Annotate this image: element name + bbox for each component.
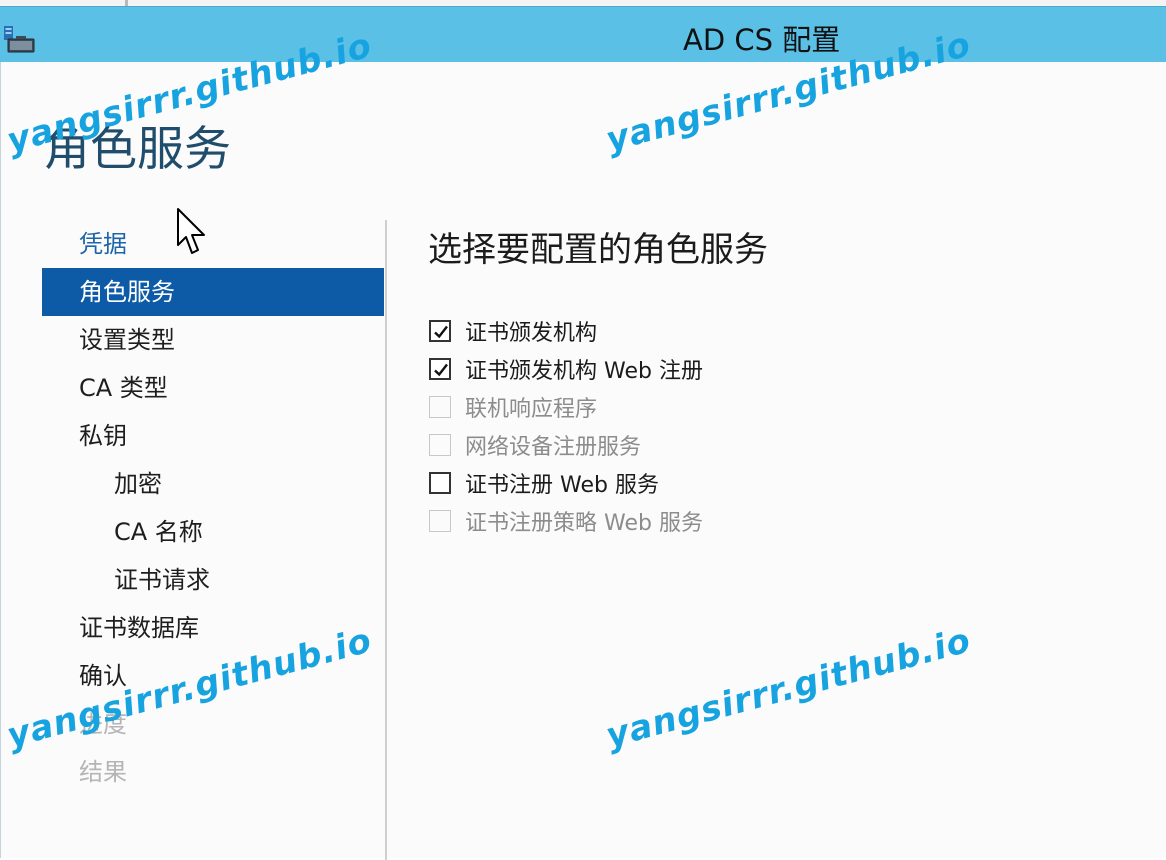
service-row-ca-web-enrollment[interactable]: 证书颁发机构 Web 注册 (429, 350, 703, 388)
nav-item-role-services[interactable]: 角色服务 (42, 268, 384, 316)
service-row-ca[interactable]: 证书颁发机构 (429, 312, 703, 350)
checkmark-icon (434, 363, 448, 377)
server-manager-icon (4, 26, 35, 53)
content-heading: 选择要配置的角色服务 (428, 230, 768, 270)
service-row-online-responder: 联机响应程序 (429, 388, 703, 426)
mouse-cursor-icon (177, 208, 205, 254)
service-label-enrollment-policy-web-service: 证书注册策略 Web 服务 (465, 511, 703, 536)
service-label-ca: 证书颁发机构 (465, 321, 598, 346)
service-label-ca-web-enrollment: 证书颁发机构 Web 注册 (465, 359, 703, 384)
nav-item-ca-type[interactable]: CA 类型 (42, 364, 384, 412)
service-label-ndes: 网络设备注册服务 (465, 435, 642, 460)
window-title: AD CS 配置 (683, 23, 841, 57)
wizard-client-area: 角色服务 凭据 角色服务 设置类型 CA 类型 私钥 加密 CA 名称 证书请求… (0, 62, 1166, 860)
checkbox-ndes (429, 434, 451, 456)
nav-item-setup-type[interactable]: 设置类型 (42, 316, 384, 364)
service-row-enrollment-web-service[interactable]: 证书注册 Web 服务 (429, 464, 703, 502)
title-bar[interactable]: AD CS 配置 (0, 6, 1166, 63)
role-services-list: 证书颁发机构 证书颁发机构 Web 注册 联机响应程序 网络设备注册服务 证书注… (429, 312, 703, 540)
checkbox-enrollment-policy-web-service (429, 510, 451, 532)
checkbox-online-responder (429, 396, 451, 418)
nav-divider (385, 220, 387, 860)
checkmark-icon (434, 325, 448, 339)
nav-item-certificate-request[interactable]: 证书请求 (42, 556, 384, 604)
checkbox-ca[interactable] (429, 320, 451, 342)
nav-item-credentials[interactable]: 凭据 (42, 220, 384, 268)
service-label-enrollment-web-service: 证书注册 Web 服务 (465, 473, 659, 498)
nav-item-results: 结果 (79, 758, 127, 786)
service-label-online-responder: 联机响应程序 (465, 397, 598, 422)
nav-item-private-key[interactable]: 私钥 (42, 412, 384, 460)
nav-item-cryptography[interactable]: 加密 (42, 460, 384, 508)
checkbox-ca-web-enrollment[interactable] (429, 358, 451, 380)
service-row-enrollment-policy-web-service: 证书注册策略 Web 服务 (429, 502, 703, 540)
nav-item-ca-name[interactable]: CA 名称 (42, 508, 384, 556)
service-row-ndes: 网络设备注册服务 (429, 426, 703, 464)
checkbox-enrollment-web-service[interactable] (429, 472, 451, 494)
